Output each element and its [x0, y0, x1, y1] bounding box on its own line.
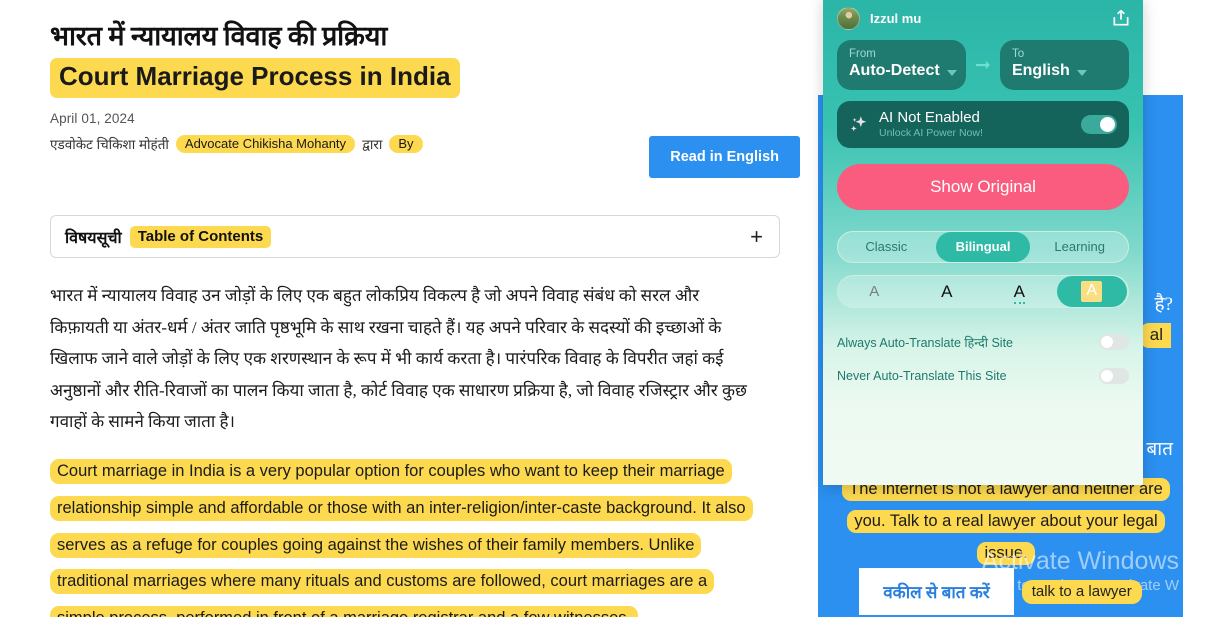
read-in-english-button[interactable]: Read in English — [649, 136, 800, 178]
chevron-down-icon — [1076, 70, 1087, 77]
author-name-english: Advocate Chikisha Mohanty — [175, 135, 356, 154]
article-paragraph-english: Court marriage in India is a very popula… — [50, 453, 753, 617]
sparkle-icon — [850, 115, 867, 131]
page-title-english: Court Marriage Process in India — [50, 58, 460, 99]
ai-toggle-knob — [1100, 117, 1115, 133]
article-paragraph-english-text: Court marriage in India is a very popula… — [50, 459, 753, 617]
mode-option-learning[interactable]: Learning — [1032, 232, 1127, 262]
font-style-option-4[interactable]: A — [1056, 276, 1127, 308]
font-style-option-3[interactable]: A — [984, 276, 1055, 307]
page-title-english-wrap: Court Marriage Process in India — [50, 58, 780, 99]
ai-texts: AI Not Enabled Unlock AI Power Now! — [879, 109, 1072, 141]
toc-labels: विषयसूची Table of Contents — [65, 225, 272, 248]
translation-popup: Izzul mu From Auto-Detect ➞ To English A… — [823, 0, 1143, 485]
target-language-value-row: English — [1012, 61, 1117, 82]
article-paragraph-hindi: भारत में न्यायालय विवाह उन जोड़ों के लिए… — [50, 286, 747, 431]
option-always-auto-translate-label: Always Auto-Translate हिन्दी Site — [837, 335, 1013, 350]
target-language-label: To — [1011, 48, 1025, 60]
user-block[interactable]: Izzul mu — [837, 6, 922, 30]
avatar — [837, 6, 860, 30]
source-language-value: Auto-Detect — [849, 62, 940, 80]
option-never-auto-translate-toggle[interactable] — [1099, 368, 1129, 385]
option-always-auto-translate-toggle[interactable] — [1099, 334, 1129, 351]
by-label-english: By — [389, 135, 423, 154]
chevron-down-icon — [946, 70, 957, 77]
font-style-option-1[interactable]: A — [839, 276, 910, 307]
font-style-selector: A A A A — [837, 275, 1129, 309]
mode-segmented-control: Classic Bilingual Learning — [837, 231, 1129, 264]
post-date: April 01, 2024 — [50, 111, 135, 127]
option-never-auto-translate[interactable]: Never Auto-Translate This Site — [837, 359, 1129, 393]
mode-option-classic[interactable]: Classic — [839, 232, 934, 262]
ai-not-enabled-row[interactable]: AI Not Enabled Unlock AI Power Now! — [837, 101, 1129, 149]
toggle-knob — [1101, 370, 1113, 383]
target-language-value: English — [1011, 62, 1070, 80]
option-never-auto-translate-label: Never Auto-Translate This Site — [837, 369, 1007, 384]
language-selector-row: From Auto-Detect ➞ To English — [823, 31, 1143, 91]
mode-option-bilingual[interactable]: Bilingual — [935, 232, 1031, 263]
source-language-value-row: Auto-Detect — [849, 61, 957, 82]
popup-header: Izzul mu — [823, 0, 1143, 31]
page-title-hindi: भारत में न्यायालय विवाह की प्रक्रिया — [50, 21, 388, 51]
table-of-contents[interactable]: विषयसूची Table of Contents + — [50, 215, 780, 259]
promo-highlight-fragment: al — [1139, 323, 1171, 348]
target-language-dropdown[interactable]: To English — [999, 40, 1130, 91]
promo-hindi-line-2: बात — [1146, 439, 1173, 460]
talk-to-lawyer-button[interactable]: वकील से बात करें — [859, 568, 1014, 615]
screen: भारत में न्यायालय विवाह की प्रक्रिया Cou… — [0, 0, 1205, 617]
ai-toggle[interactable] — [1081, 115, 1117, 135]
promo-cta-row: वकील से बात करें talk to a lawyer — [818, 568, 1183, 615]
source-language-label: From — [849, 48, 876, 60]
toggle-knob — [1101, 336, 1113, 349]
plus-icon[interactable]: + — [750, 225, 763, 248]
show-original-button[interactable]: Show Original — [837, 164, 1129, 211]
by-label-hindi: द्वारा — [362, 137, 383, 153]
ai-status-subtitle: Unlock AI Power Now! — [879, 126, 983, 139]
author-name-hindi: एडवोकेट चिकिशा मोहंती — [50, 137, 169, 153]
username-label: Izzul mu — [870, 10, 922, 26]
font-style-option-2[interactable]: A — [912, 276, 983, 307]
share-icon[interactable] — [1111, 8, 1131, 28]
ai-status-title: AI Not Enabled — [879, 108, 980, 126]
promo-english-text: The internet is not a lawyer and neither… — [842, 478, 1170, 566]
toc-label-english: Table of Contents — [129, 225, 272, 248]
article-column: भारत में न्यायालय विवाह की प्रक्रिया Cou… — [0, 0, 820, 617]
option-always-auto-translate[interactable]: Always Auto-Translate हिन्दी Site — [837, 325, 1129, 359]
source-language-dropdown[interactable]: From Auto-Detect — [837, 40, 967, 91]
arrow-right-icon: ➞ — [975, 54, 991, 76]
toc-label-hindi: विषयसूची — [65, 229, 122, 247]
promo-english-text-wrap: The internet is not a lawyer and neither… — [830, 473, 1182, 570]
talk-to-lawyer-button-english-label: talk to a lawyer — [1021, 579, 1142, 604]
